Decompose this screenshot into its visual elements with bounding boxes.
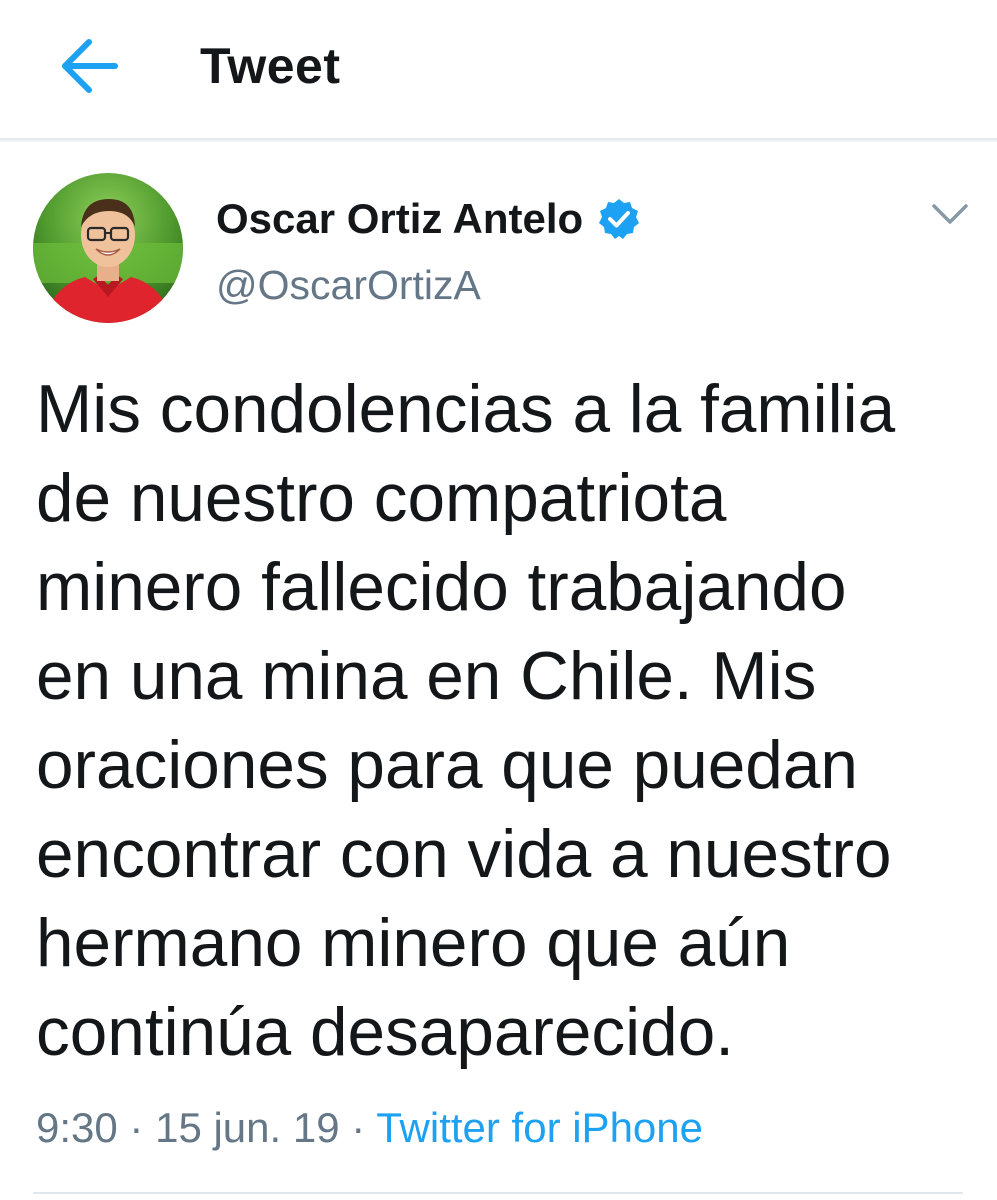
chevron-down-icon[interactable]: [928, 196, 972, 232]
meta-separator: ·: [129, 1104, 144, 1151]
tweet-source-link[interactable]: Twitter for iPhone: [376, 1104, 703, 1151]
tweet-time: 9:30: [36, 1104, 118, 1151]
header-divider: [0, 138, 997, 142]
author-handle[interactable]: @OscarOrtizA: [216, 258, 481, 312]
bottom-divider: [33, 1192, 963, 1194]
author-display-name[interactable]: Oscar Ortiz Antelo: [216, 192, 583, 246]
avatar[interactable]: [33, 173, 183, 323]
meta-separator: ·: [351, 1104, 366, 1151]
top-app-bar: Tweet: [0, 0, 997, 138]
author-name-row: Oscar Ortiz Antelo: [216, 192, 641, 246]
profile-photo: [33, 173, 183, 323]
tweet-text: Mis condolencias a la familia de nuestro…: [36, 372, 896, 1070]
arrow-left-icon: [62, 39, 118, 93]
back-button[interactable]: [52, 30, 124, 102]
tweet-date: 15 jun. 19: [155, 1104, 340, 1151]
verified-badge-icon: [599, 199, 640, 239]
tweet-metadata: 9:30 · 15 jun. 19 · Twitter for iPhone: [36, 1100, 703, 1156]
page-title: Tweet: [200, 38, 341, 94]
